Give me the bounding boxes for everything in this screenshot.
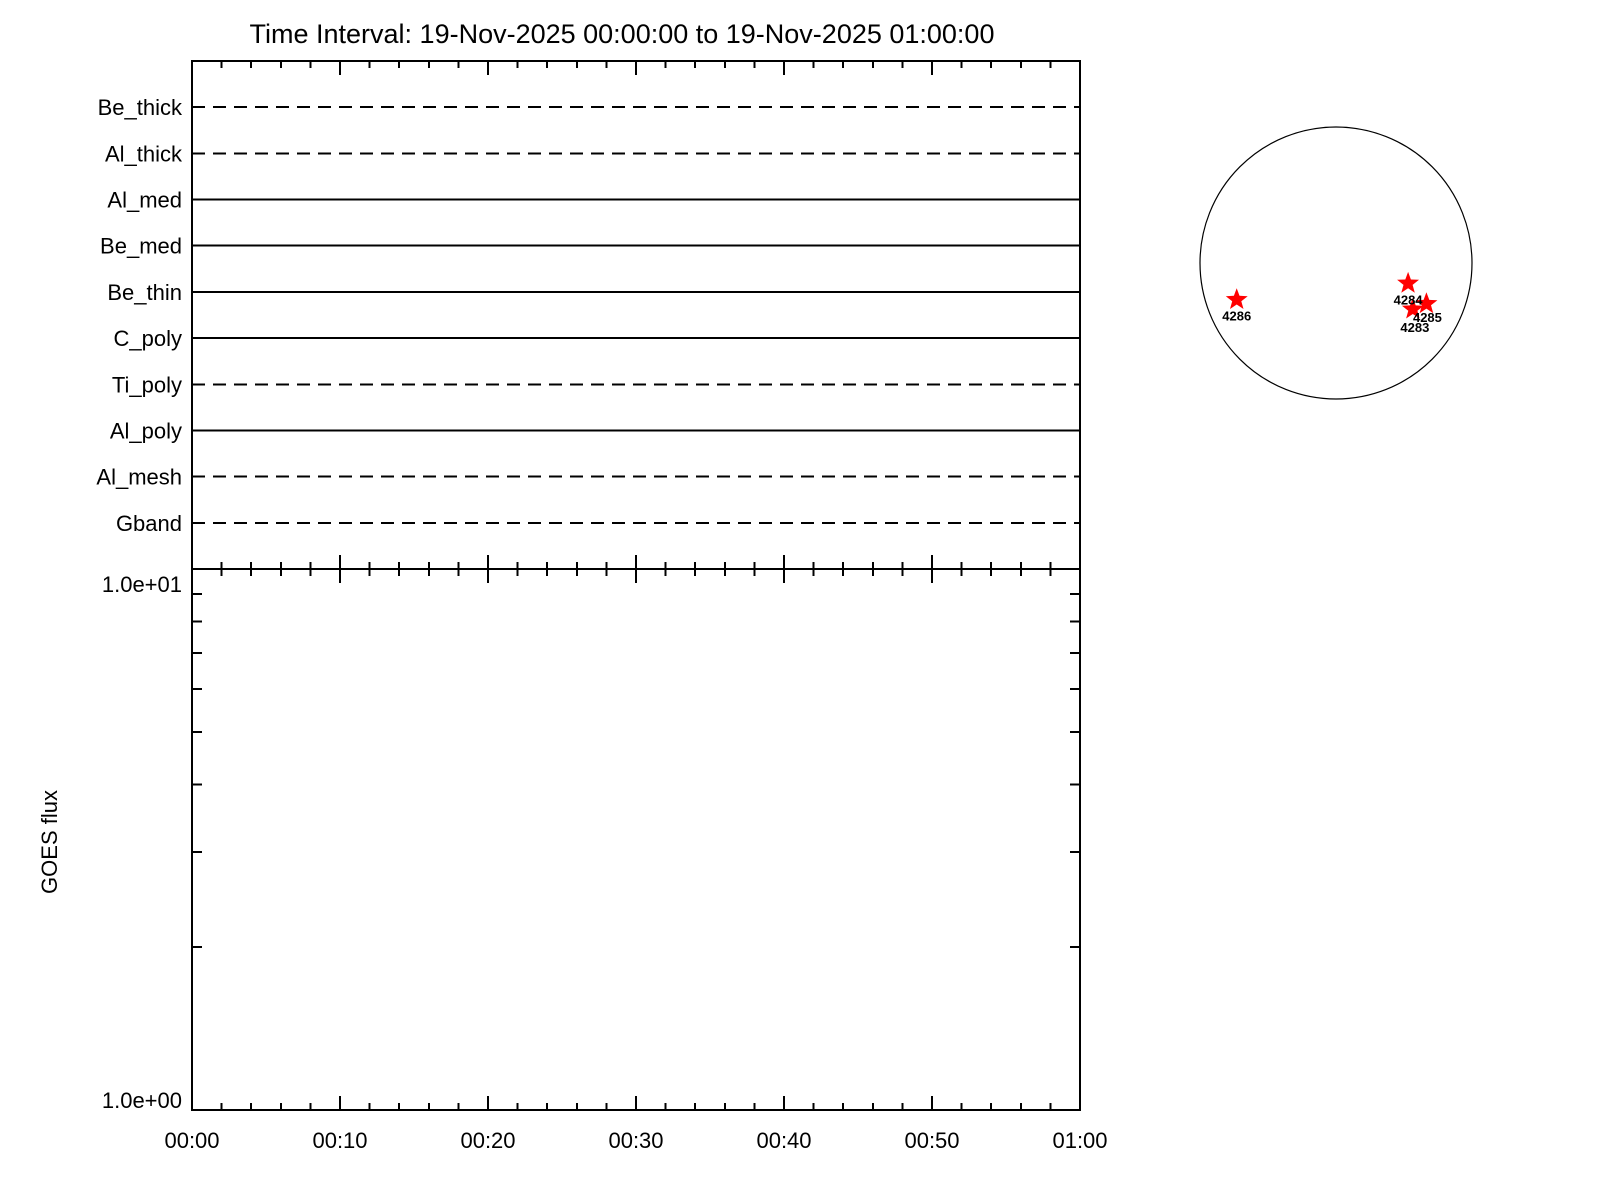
x-tick-label-00-10: 00:10 xyxy=(312,1128,367,1153)
active-region-label-4285: 4285 xyxy=(1413,310,1442,325)
solar-disk: 4284428342854286 xyxy=(1199,126,1473,400)
filter-label-Be_thin: Be_thin xyxy=(107,280,182,305)
filter-timeline-panel: Be_thick Al_thick Al_med Be_med Be_thin C_pol… xyxy=(96,60,1081,583)
goes-flux-panel: 1.0e+01 1.0e+00 00:00 00:10 00:20 00:30 00:40 0… xyxy=(102,568,1108,1153)
filter-label-Be_thick: Be_thick xyxy=(98,95,183,120)
goes-flux-axis-label: GOES flux xyxy=(37,790,62,894)
filter-label-Gband: Gband xyxy=(116,511,182,536)
active-region-star-4284 xyxy=(1397,271,1419,293)
filter-label-Al_med: Al_med xyxy=(107,188,182,213)
y-tick-label-min: 1.0e+00 xyxy=(102,1088,182,1113)
plot-title: Time Interval: 19-Nov-2025 00:00:00 to 1… xyxy=(250,19,995,49)
x-tick-label-00-50: 00:50 xyxy=(904,1128,959,1153)
filter-label-Ti_poly: Ti_poly xyxy=(112,372,182,397)
filter-label-Al_mesh: Al_mesh xyxy=(96,465,182,490)
active-region-star-4286 xyxy=(1225,288,1248,309)
y-tick-label-max: 1.0e+01 xyxy=(102,572,182,597)
goes-panel-border xyxy=(191,568,1081,1111)
plot-canvas: Time Interval: 19-Nov-2025 00:00:00 to 1… xyxy=(0,0,1600,1200)
active-region-label-4284: 4284 xyxy=(1394,292,1424,307)
x-tick-label-00-00: 00:00 xyxy=(164,1128,219,1153)
x-tick-label-01-00: 01:00 xyxy=(1052,1128,1107,1153)
filter-label-Al_thick: Al_thick xyxy=(105,141,183,166)
x-tick-label-00-20: 00:20 xyxy=(460,1128,515,1153)
filter-label-Al_poly: Al_poly xyxy=(110,418,182,443)
plot-svg: Time Interval: 19-Nov-2025 00:00:00 to 1… xyxy=(37,19,1473,1153)
active-region-label-4286: 4286 xyxy=(1222,309,1251,324)
filter-label-C_poly: C_poly xyxy=(114,326,182,351)
x-tick-label-00-40: 00:40 xyxy=(756,1128,811,1153)
solar-limb-circle xyxy=(1199,126,1473,400)
filter-panel-border xyxy=(191,60,1081,570)
x-tick-label-00-30: 00:30 xyxy=(608,1128,663,1153)
filter-label-Be_med: Be_med xyxy=(100,234,182,259)
